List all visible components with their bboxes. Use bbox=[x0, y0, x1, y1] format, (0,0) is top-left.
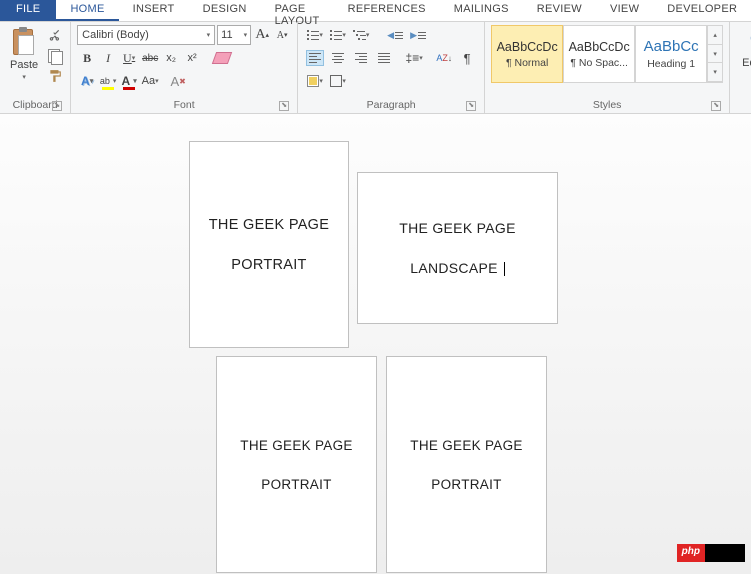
font-color-button[interactable]: A▾ bbox=[119, 71, 139, 91]
text-cursor bbox=[504, 262, 505, 276]
numbering-button[interactable]: ▾ bbox=[327, 25, 349, 45]
subscript-button[interactable]: x₂ bbox=[161, 48, 181, 68]
shading-button[interactable]: ▾ bbox=[304, 71, 326, 91]
group-styles: AaBbCcDc ¶ Normal AaBbCcDc ¶ No Spac... … bbox=[485, 22, 730, 113]
copy-button[interactable] bbox=[46, 47, 64, 65]
clear-all-button[interactable]: A✖ bbox=[168, 71, 188, 91]
italic-button[interactable]: I bbox=[98, 48, 118, 68]
page-text: PORTRAIT bbox=[261, 477, 331, 492]
scroll-up-icon[interactable]: ▴ bbox=[708, 26, 722, 45]
line-spacing-button[interactable]: ‡≡▾ bbox=[403, 48, 425, 68]
tab-page-layout[interactable]: PAGE LAYOUT bbox=[261, 0, 334, 21]
watermark: php bbox=[677, 544, 745, 562]
format-painter-button[interactable] bbox=[46, 67, 64, 85]
editing-label: Editing bbox=[742, 57, 751, 69]
text-effects-button[interactable]: A▾ bbox=[77, 71, 97, 91]
group-paragraph: ▾ ▾ ▾ ◀ ▶ ‡≡▾ AZ↓ ¶ ▾ ▾ bbox=[298, 22, 485, 113]
styles-gallery-scroll[interactable]: ▴ ▾ ▾ bbox=[707, 25, 723, 83]
style-preview: AaBbCcDc bbox=[569, 40, 630, 54]
underline-button[interactable]: U▾ bbox=[119, 48, 139, 68]
increase-indent-button[interactable]: ▶ bbox=[407, 25, 429, 45]
font-group-label: Font⬊ bbox=[77, 97, 291, 113]
styles-launcher[interactable]: ⬊ bbox=[711, 101, 721, 111]
font-name-select[interactable]: Calibri (Body)▾ bbox=[77, 25, 215, 45]
style-heading-1[interactable]: AaBbCc Heading 1 bbox=[635, 25, 707, 83]
style-name-label: ¶ Normal bbox=[506, 57, 548, 69]
page-text: PORTRAIT bbox=[431, 477, 501, 492]
decrease-indent-button[interactable]: ◀ bbox=[384, 25, 406, 45]
tab-design[interactable]: DESIGN bbox=[189, 0, 261, 21]
tab-developer[interactable]: DEVELOPER bbox=[653, 0, 751, 21]
clear-formatting-button[interactable] bbox=[212, 48, 232, 68]
paste-dropdown-icon[interactable]: ▾ bbox=[22, 73, 26, 81]
paragraph-launcher[interactable]: ⬊ bbox=[466, 101, 476, 111]
tab-references[interactable]: REFERENCES bbox=[334, 0, 440, 21]
paragraph-group-label: Paragraph⬊ bbox=[304, 97, 478, 113]
page-text: THE GEEK PAGE bbox=[240, 438, 352, 453]
page-2[interactable]: THE GEEK PAGE LANDSCAPE bbox=[357, 172, 558, 324]
paste-button[interactable]: Paste ▾ bbox=[6, 25, 42, 85]
chevron-down-icon: ▾ bbox=[244, 31, 248, 39]
group-font: Calibri (Body)▾ 11▾ A▴ A▾ B I U▾ abc x₂ … bbox=[71, 22, 298, 113]
paste-icon bbox=[11, 27, 37, 57]
change-case-button[interactable]: Aa▾ bbox=[140, 71, 160, 91]
group-clipboard: Paste ▾ Clipboard⬊ bbox=[0, 22, 71, 113]
tab-mailings[interactable]: MAILINGS bbox=[440, 0, 523, 21]
document-area[interactable]: THE GEEK PAGE PORTRAIT THE GEEK PAGE LAN… bbox=[0, 114, 751, 574]
shrink-font-button[interactable]: A▾ bbox=[273, 25, 291, 45]
tab-file[interactable]: FILE bbox=[0, 0, 56, 21]
style-name-label: Heading 1 bbox=[647, 58, 695, 70]
multilevel-list-button[interactable]: ▾ bbox=[350, 25, 372, 45]
page-text: PORTRAIT bbox=[231, 257, 306, 273]
sort-button[interactable]: AZ↓ bbox=[433, 48, 455, 68]
group-editing: Editing ▾ bbox=[730, 22, 751, 113]
page-text: THE GEEK PAGE bbox=[399, 220, 515, 236]
clipboard-launcher[interactable]: ⬊ bbox=[52, 101, 62, 111]
scroll-down-icon[interactable]: ▾ bbox=[708, 45, 722, 64]
chevron-down-icon: ▾ bbox=[207, 31, 211, 39]
ribbon-tabs: FILE HOME INSERT DESIGN PAGE LAYOUT REFE… bbox=[0, 0, 751, 22]
page-text: THE GEEK PAGE bbox=[410, 438, 522, 453]
expand-gallery-icon[interactable]: ▾ bbox=[708, 63, 722, 82]
style-no-spacing[interactable]: AaBbCcDc ¶ No Spac... bbox=[563, 25, 635, 83]
strikethrough-button[interactable]: abc bbox=[140, 48, 160, 68]
tab-view[interactable]: VIEW bbox=[596, 0, 653, 21]
highlight-button[interactable]: ab▾ bbox=[98, 71, 118, 91]
style-preview: AaBbCcDc bbox=[497, 40, 558, 54]
align-center-button[interactable] bbox=[327, 48, 349, 68]
borders-button[interactable]: ▾ bbox=[327, 71, 349, 91]
page-text: THE GEEK PAGE bbox=[209, 217, 329, 233]
page-3[interactable]: THE GEEK PAGE PORTRAIT bbox=[216, 356, 377, 573]
justify-button[interactable] bbox=[373, 48, 395, 68]
superscript-button[interactable]: x² bbox=[182, 48, 202, 68]
clipboard-group-label: Clipboard⬊ bbox=[6, 97, 64, 113]
grow-font-button[interactable]: A▴ bbox=[253, 25, 271, 45]
page-1[interactable]: THE GEEK PAGE PORTRAIT bbox=[189, 141, 349, 348]
styles-group-label: Styles⬊ bbox=[491, 97, 723, 113]
font-launcher[interactable]: ⬊ bbox=[279, 101, 289, 111]
tab-review[interactable]: REVIEW bbox=[523, 0, 596, 21]
align-left-button[interactable] bbox=[304, 48, 326, 68]
paste-label: Paste bbox=[10, 59, 38, 71]
watermark-text: php bbox=[677, 544, 705, 562]
page-text: LANDSCAPE bbox=[410, 260, 505, 276]
style-preview: AaBbCc bbox=[644, 38, 699, 55]
font-size-select[interactable]: 11▾ bbox=[217, 25, 251, 45]
ribbon: Paste ▾ Clipboard⬊ Calibri (Body)▾ 11▾ A… bbox=[0, 22, 751, 114]
page-4[interactable]: THE GEEK PAGE PORTRAIT bbox=[386, 356, 547, 573]
style-name-label: ¶ No Spac... bbox=[570, 57, 628, 69]
align-right-button[interactable] bbox=[350, 48, 372, 68]
cut-button[interactable] bbox=[46, 27, 64, 45]
tab-insert[interactable]: INSERT bbox=[119, 0, 189, 21]
watermark-block bbox=[705, 544, 745, 562]
style-normal[interactable]: AaBbCcDc ¶ Normal bbox=[491, 25, 563, 83]
tab-home[interactable]: HOME bbox=[56, 0, 118, 21]
bullets-button[interactable]: ▾ bbox=[304, 25, 326, 45]
bold-button[interactable]: B bbox=[77, 48, 97, 68]
show-hide-button[interactable]: ¶ bbox=[456, 48, 478, 68]
